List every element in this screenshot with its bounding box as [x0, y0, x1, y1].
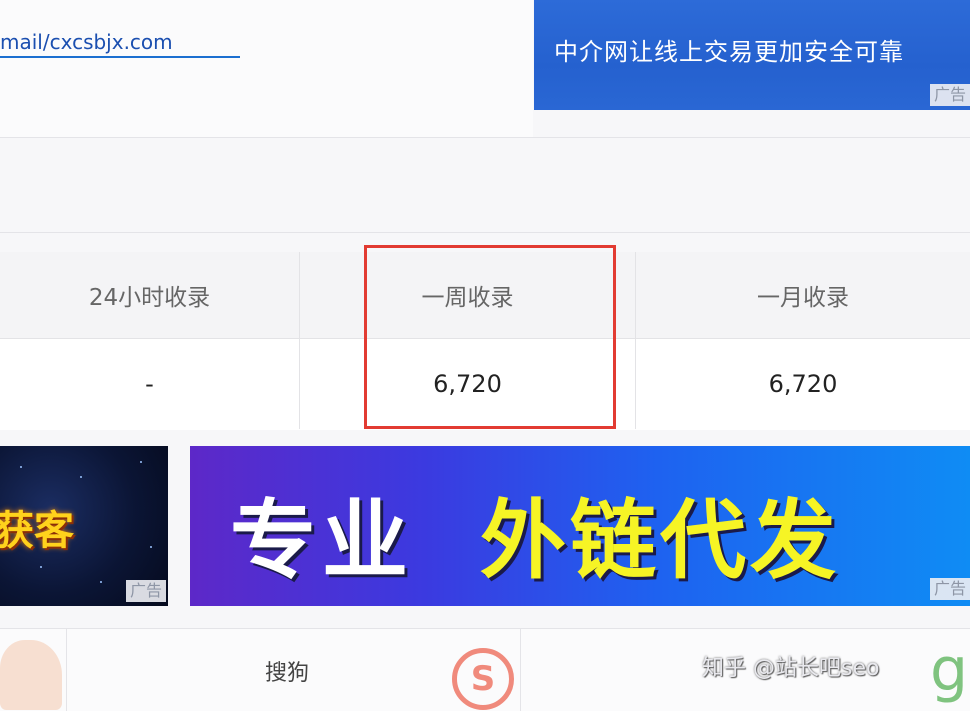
value-24h: -	[0, 339, 300, 429]
right-ad-text-yellow: 外链代发	[480, 491, 840, 591]
value-month: 6,720	[768, 370, 838, 398]
sogou-logo-icon: S	[452, 648, 514, 710]
divider	[66, 629, 67, 711]
highlight-annotation-box	[364, 245, 616, 429]
star-decoration	[20, 466, 22, 468]
top-left-panel	[0, 0, 533, 137]
google-plus-icon: g+	[930, 635, 970, 705]
sogou-label[interactable]: 搜狗	[265, 655, 309, 687]
star-decoration	[40, 566, 42, 568]
left-ad-banner[interactable]: 获客 广告	[0, 446, 168, 606]
mascot-icon	[0, 640, 62, 710]
zhihu-watermark: 知乎 @站长吧seo	[702, 656, 880, 681]
sogou-logo-letter: S	[470, 659, 496, 699]
top-ad-text: 中介网让线上交易更加安全可靠	[554, 38, 904, 66]
divider	[0, 137, 970, 138]
ad-label: 广告	[125, 580, 166, 602]
star-decoration	[80, 476, 82, 478]
email-link[interactable]: mail/cxcsbjx.com	[0, 30, 173, 54]
email-link-underline	[0, 56, 240, 58]
ad-label: 广告	[929, 84, 970, 106]
star-decoration	[150, 546, 152, 548]
right-ad-text-white: 专业	[230, 491, 414, 591]
top-ad-banner[interactable]: 中介网让线上交易更加安全可靠 广告	[534, 0, 970, 110]
divider	[0, 232, 970, 233]
header-month: 一月收录	[757, 285, 849, 311]
right-ad-banner[interactable]: 专业 外链代发 广告	[190, 446, 970, 606]
star-decoration	[140, 461, 142, 463]
header-24h: 24小时收录	[0, 252, 300, 338]
left-ad-text: 获客	[0, 508, 74, 554]
ad-label: 广告	[929, 578, 970, 600]
star-decoration	[100, 581, 102, 583]
divider	[520, 629, 521, 711]
